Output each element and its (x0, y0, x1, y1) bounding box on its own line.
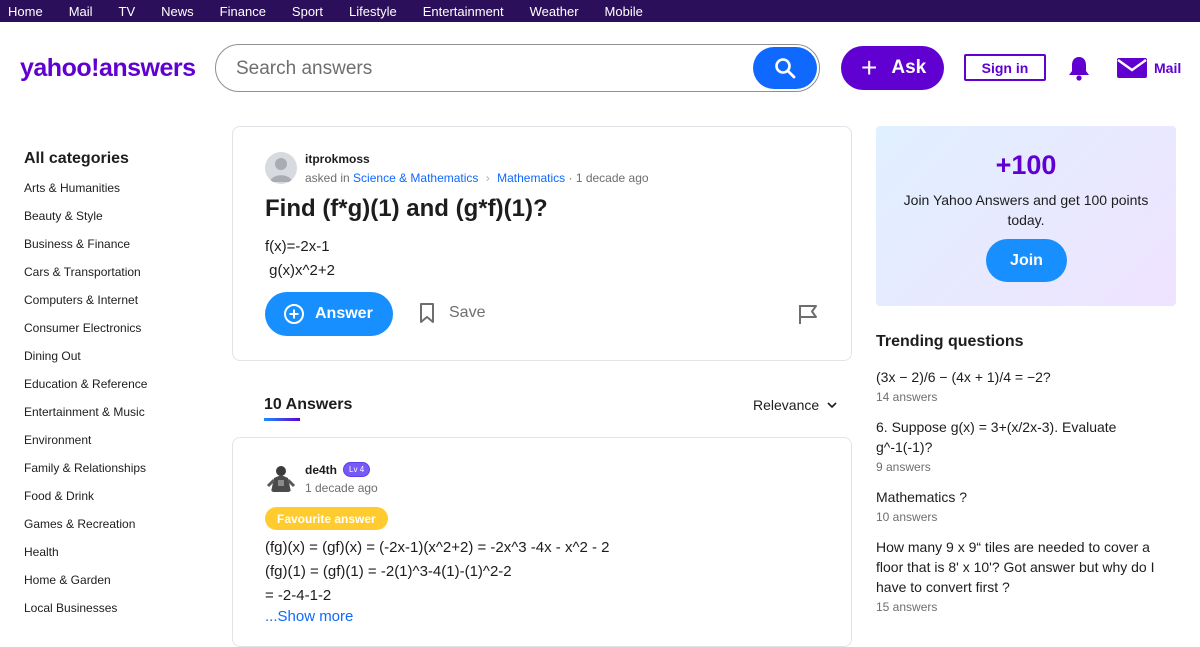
answerer-info: de4th Lv 4 (305, 462, 371, 477)
top-nav-weather[interactable]: Weather (530, 4, 579, 19)
sidebar-item-cars-transportation[interactable]: Cars & Transportation (24, 264, 214, 292)
trending-answer-count: 15 answers (876, 600, 938, 614)
bell-icon[interactable] (1066, 54, 1092, 82)
top-nav-finance[interactable]: Finance (220, 4, 266, 19)
trending-answer-count: 9 answers (876, 460, 931, 474)
trending-question[interactable]: How many 9 x 9“ tiles are needed to cove… (876, 537, 1176, 597)
question-card: itprokmoss asked in Science & Mathematic… (232, 126, 852, 361)
sidebar-item-beauty-style[interactable]: Beauty & Style (24, 208, 214, 236)
trending-question[interactable]: Mathematics ? (876, 487, 1176, 507)
top-nav-bar: Home Mail TV News Finance Sport Lifestyl… (0, 0, 1200, 22)
top-nav-news[interactable]: News (161, 4, 194, 19)
comment-plus-icon (284, 304, 304, 324)
trending-title: Trending questions (876, 333, 1024, 350)
ask-button-label: Ask (891, 57, 927, 78)
join-button[interactable]: Join (986, 239, 1067, 282)
chevron-down-icon (827, 401, 837, 408)
question-meta: asked in Science & Mathematics › Mathema… (305, 171, 649, 185)
subcategory-link[interactable]: Mathematics (497, 171, 565, 185)
answer-time: 1 decade ago (305, 481, 378, 495)
promo-description: Join Yahoo Answers and get 100 points to… (903, 192, 1149, 228)
question-title: Find (f*g)(1) and (g*f)(1)? (265, 195, 548, 222)
chevron-right-icon: › (485, 171, 490, 185)
trending-item[interactable]: How many 9 x 9“ tiles are needed to cove… (876, 537, 1176, 614)
asked-in-label: asked in (305, 171, 350, 185)
flag-icon[interactable] (797, 303, 819, 325)
mail-label: Mail (1154, 60, 1182, 76)
trending-answer-count: 10 answers (876, 510, 938, 524)
top-nav-lifestyle[interactable]: Lifestyle (349, 4, 397, 19)
search-button[interactable] (753, 47, 817, 89)
top-nav-mail[interactable]: Mail (69, 4, 93, 19)
answer-button[interactable]: Answer (265, 292, 393, 336)
answerer-username[interactable]: de4th (305, 463, 337, 477)
bookmark-icon (420, 303, 434, 323)
site-header: yahoo!answers + Ask Sign in Mail (0, 22, 1200, 114)
asker-avatar[interactable] (265, 152, 297, 184)
top-nav-tv[interactable]: TV (119, 4, 136, 19)
answers-tab-underline (264, 418, 300, 421)
sidebar-item-home-garden[interactable]: Home & Garden (24, 572, 214, 600)
sidebar-item-dining-out[interactable]: Dining Out (24, 348, 214, 376)
top-nav-mobile[interactable]: Mobile (605, 4, 643, 19)
category-sidebar: All categories Arts & Humanities Beauty … (24, 150, 214, 628)
top-nav-home[interactable]: Home (8, 4, 43, 19)
sign-in-button[interactable]: Sign in (964, 54, 1046, 81)
sidebar-item-arts-humanities[interactable]: Arts & Humanities (24, 180, 214, 208)
question-body: f(x)=-2x-1 g(x)x^2+2 (265, 238, 335, 279)
sort-dropdown-label: Relevance (753, 397, 820, 413)
answerer-avatar[interactable] (265, 462, 297, 494)
trending-question[interactable]: 6. Suppose g(x) = 3+(x/2x-3). Evaluate g… (876, 417, 1176, 457)
top-nav-sport[interactable]: Sport (292, 4, 323, 19)
sidebar-item-food-drink[interactable]: Food & Drink (24, 488, 214, 516)
category-link[interactable]: Science & Mathematics (353, 171, 478, 185)
search-input[interactable] (236, 57, 746, 81)
save-button[interactable]: Save (419, 302, 485, 324)
sidebar-item-games-recreation[interactable]: Games & Recreation (24, 516, 214, 544)
search-box (215, 44, 820, 92)
default-user-icon (270, 158, 292, 182)
yahoo-answers-logo[interactable]: yahoo!answers (20, 54, 196, 83)
trending-question[interactable]: (3x − 2)/6 − (4x + 1)/4 = −2? (876, 367, 1176, 387)
sidebar-item-entertainment-music[interactable]: Entertainment & Music (24, 404, 214, 432)
points-promo-card: +100 Join Yahoo Answers and get 100 poin… (876, 126, 1176, 306)
trending-item[interactable]: (3x − 2)/6 − (4x + 1)/4 = −2? 14 answers (876, 367, 1176, 404)
sidebar-item-education-reference[interactable]: Education & Reference (24, 376, 214, 404)
trending-questions: Trending questions (3x − 2)/6 − (4x + 1)… (876, 333, 1176, 627)
asker-username[interactable]: itprokmoss (305, 152, 370, 166)
top-nav-entertainment[interactable]: Entertainment (423, 4, 504, 19)
answerer-avatar-image (266, 466, 296, 492)
save-button-label: Save (449, 304, 486, 321)
mail-link[interactable]: Mail (1116, 56, 1181, 80)
level-badge: Lv 4 (343, 462, 371, 477)
plus-icon: + (861, 52, 878, 83)
trending-item[interactable]: Mathematics ? 10 answers (876, 487, 1176, 524)
sidebar-item-health[interactable]: Health (24, 544, 214, 572)
answers-count: 10 Answers (264, 396, 353, 413)
answer-card: de4th Lv 4 1 decade ago Favourite answer… (232, 437, 852, 647)
sidebar-title[interactable]: All categories (24, 150, 214, 168)
sidebar-item-local-businesses[interactable]: Local Businesses (24, 600, 214, 628)
promo-points: +100 (995, 150, 1057, 180)
answer-button-label: Answer (315, 305, 373, 322)
trending-answer-count: 14 answers (876, 390, 938, 404)
answer-body: (fg)(x) = (gf)(x) = (-2x-1)(x^2+2) = -2x… (265, 539, 610, 604)
sidebar-item-consumer-electronics[interactable]: Consumer Electronics (24, 320, 214, 348)
sidebar-item-business-finance[interactable]: Business & Finance (24, 236, 214, 264)
ask-button[interactable]: + Ask (841, 46, 944, 90)
search-icon (775, 58, 796, 79)
favourite-answer-badge: Favourite answer (265, 507, 388, 530)
mail-icon (1117, 58, 1147, 78)
show-more-link[interactable]: ...Show more (265, 608, 353, 625)
question-time: · 1 decade ago (568, 171, 649, 185)
sidebar-item-family-relationships[interactable]: Family & Relationships (24, 460, 214, 488)
sidebar-item-environment[interactable]: Environment (24, 432, 214, 460)
sidebar-item-computers-internet[interactable]: Computers & Internet (24, 292, 214, 320)
trending-item[interactable]: 6. Suppose g(x) = 3+(x/2x-3). Evaluate g… (876, 417, 1176, 474)
sort-dropdown[interactable]: Relevance (753, 397, 837, 413)
